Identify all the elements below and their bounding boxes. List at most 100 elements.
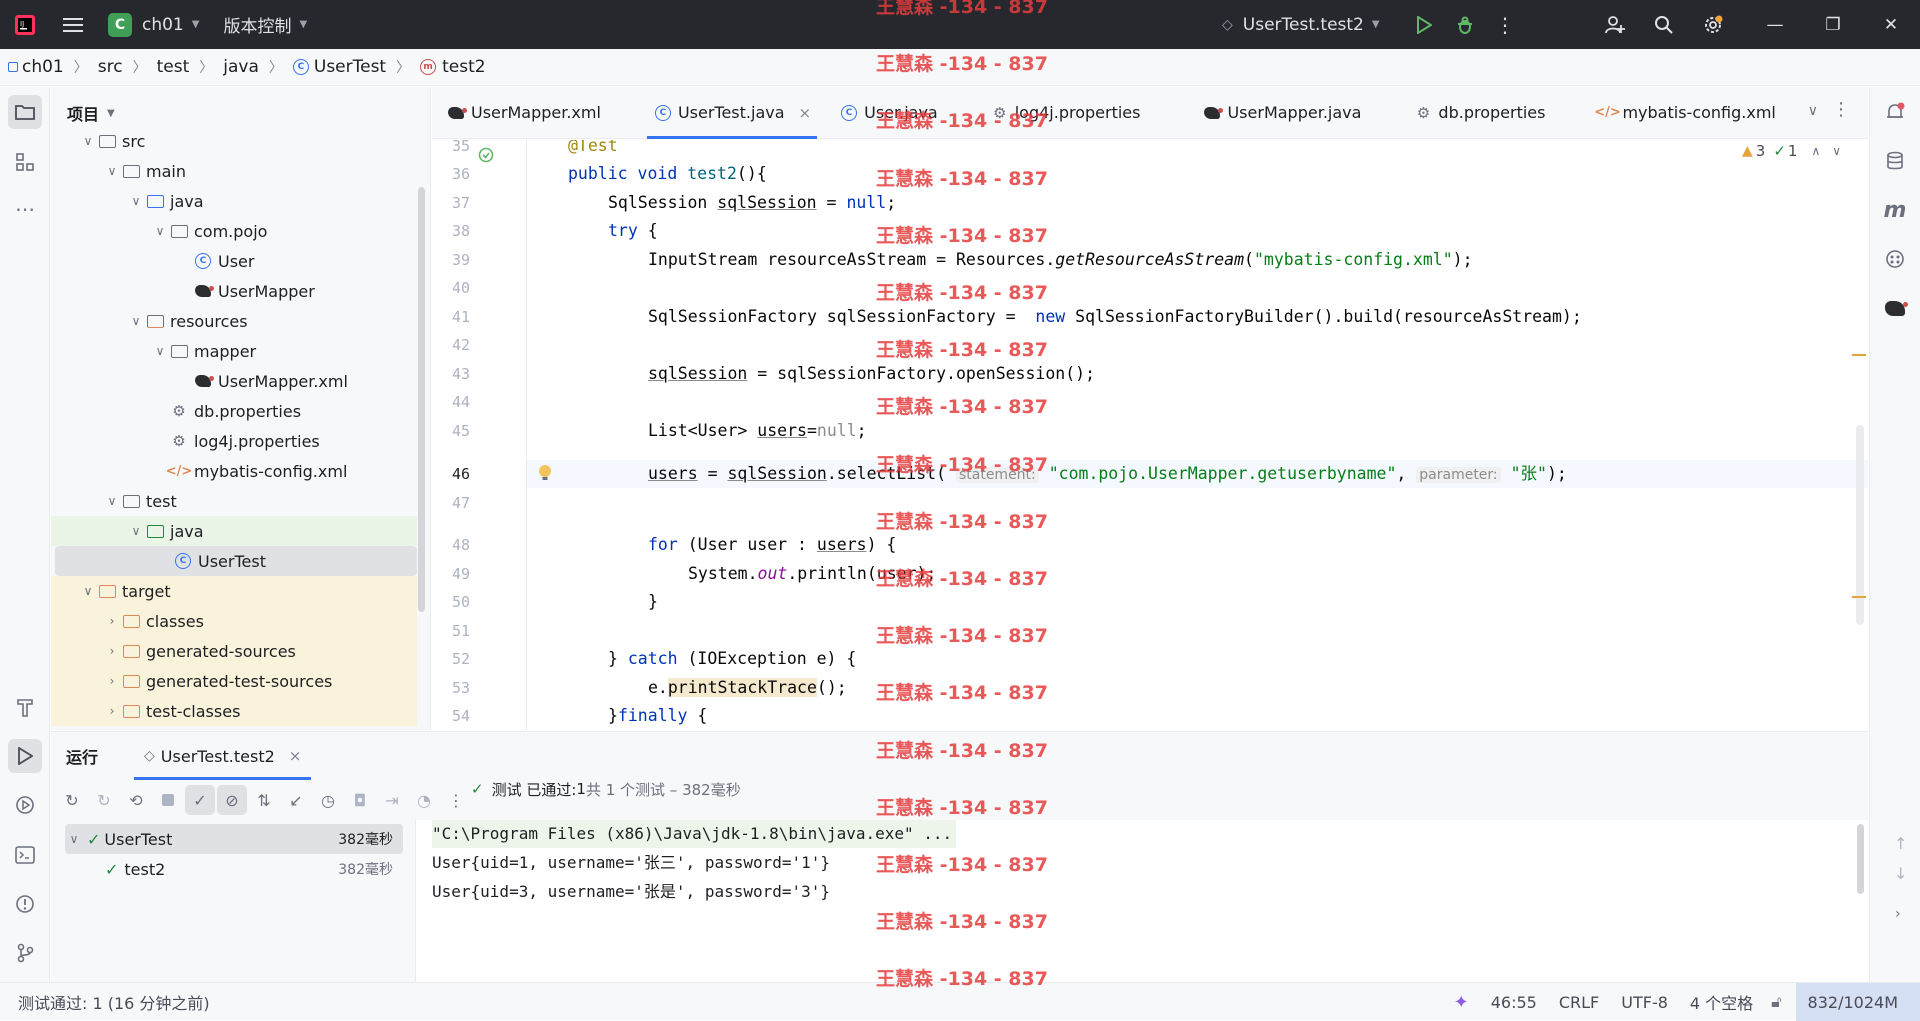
- more-tools-icon[interactable]: ⋯: [8, 192, 42, 226]
- lock-icon[interactable]: 🔓︎: [1771, 992, 1781, 1012]
- chevron-down-icon[interactable]: ∨: [103, 164, 121, 178]
- plugins-icon[interactable]: [1878, 242, 1912, 276]
- chevron-down-icon[interactable]: ∨: [1832, 144, 1841, 158]
- lightbulb-icon[interactable]: [538, 464, 552, 482]
- tree-node[interactable]: ∨ main: [51, 156, 417, 186]
- tab-mybatis-config-xml[interactable]: </> mybatis-config.xml: [1583, 87, 1789, 139]
- main-menu-icon[interactable]: [50, 0, 96, 49]
- close-tab-icon[interactable]: ×: [289, 747, 302, 765]
- chevron-down-icon[interactable]: ∨: [79, 134, 97, 148]
- database-icon[interactable]: [1878, 144, 1912, 178]
- breadcrumb-item[interactable]: ch01: [22, 57, 64, 77]
- run-tool-icon[interactable]: [8, 739, 42, 773]
- mybatis-icon[interactable]: [1878, 291, 1912, 325]
- scrollbar[interactable]: [1857, 824, 1864, 894]
- more-actions-icon[interactable]: ⋮: [1490, 0, 1520, 49]
- terminal-icon[interactable]: [8, 838, 42, 872]
- tree-node[interactable]: ∨ test: [51, 486, 417, 516]
- history-clock-icon[interactable]: ◷: [313, 785, 343, 815]
- breadcrumb-item[interactable]: test2: [442, 57, 485, 77]
- toggle-auto-test-icon[interactable]: ⟲: [121, 785, 151, 815]
- tree-node[interactable]: ∨ src: [51, 126, 417, 156]
- chevron-down-icon[interactable]: ∨: [127, 524, 145, 538]
- chevron-down-icon[interactable]: ∨: [127, 314, 145, 328]
- show-passed-icon[interactable]: ✓: [185, 785, 215, 815]
- tree-node[interactable]: ∨ mapper: [51, 336, 417, 366]
- tree-node[interactable]: › generated-sources: [51, 636, 417, 666]
- add-user-icon[interactable]: [1597, 0, 1633, 49]
- settings-gear-icon[interactable]: [1695, 0, 1731, 49]
- tab-user-java[interactable]: C User.java: [825, 87, 952, 139]
- build-hammer-icon[interactable]: [8, 690, 42, 724]
- tree-node[interactable]: ∨ com.pojo: [51, 216, 417, 246]
- vcs-widget[interactable]: 版本控制 ▼: [223, 0, 307, 49]
- tab-usermapper-xml[interactable]: UserMapper.xml: [432, 87, 615, 139]
- line-separator[interactable]: CRLF: [1559, 993, 1599, 1012]
- project-widget[interactable]: C ch01 ▼: [108, 0, 199, 49]
- breadcrumb-item[interactable]: java: [223, 57, 259, 77]
- maven-icon[interactable]: m: [1878, 193, 1912, 227]
- breadcrumb-item[interactable]: test: [157, 57, 190, 77]
- collapse-icon[interactable]: ↙: [281, 785, 311, 815]
- close-tab-icon[interactable]: ×: [799, 104, 812, 122]
- tab-usermapper-java[interactable]: UserMapper.java: [1188, 87, 1375, 139]
- tree-node[interactable]: ⚙ log4j.properties: [51, 426, 417, 456]
- services-icon[interactable]: [8, 788, 42, 822]
- tree-node[interactable]: ∨ java: [51, 516, 417, 546]
- chevron-right-icon[interactable]: ›: [103, 674, 121, 688]
- expand-icon[interactable]: ›: [1895, 906, 1901, 922]
- chevron-right-icon[interactable]: ›: [103, 644, 121, 658]
- scrollbar[interactable]: [1856, 425, 1864, 625]
- inspection-widget[interactable]: ▲ 3 ✓ 1 ∧ ∨: [1742, 142, 1841, 160]
- run-tab[interactable]: ◇ UserTest.test2 ×: [134, 732, 312, 780]
- project-folder-icon[interactable]: [8, 95, 42, 129]
- stop-icon[interactable]: [153, 785, 183, 815]
- rerun-icon[interactable]: ↻: [57, 785, 87, 815]
- tree-node[interactable]: UserMapper: [51, 276, 417, 306]
- tab-more-icon[interactable]: ⋮: [1832, 99, 1850, 120]
- scroll-down-icon[interactable]: ↓: [1894, 864, 1907, 883]
- structure-icon[interactable]: [8, 145, 42, 179]
- minimize-icon[interactable]: —: [1746, 0, 1804, 49]
- close-icon[interactable]: ✕: [1862, 0, 1920, 49]
- tree-node[interactable]: C User: [51, 246, 417, 276]
- tab-db-properties[interactable]: ⚙ db.properties: [1399, 87, 1559, 139]
- show-ignored-icon[interactable]: ⊘: [217, 785, 247, 815]
- debug-icon[interactable]: [1448, 0, 1482, 49]
- tree-node[interactable]: C UserTest: [55, 546, 417, 576]
- console-output[interactable]: ✓ 测试 已通过: 1 共 1 个测试 – 382毫秒 "C:\Program …: [417, 780, 1907, 983]
- intellij-logo-icon[interactable]: IJ: [0, 0, 50, 49]
- tree-node[interactable]: </> mybatis-config.xml: [51, 456, 417, 486]
- restore-icon[interactable]: ❐: [1804, 0, 1862, 49]
- scroll-up-icon[interactable]: ↑: [1894, 834, 1907, 853]
- run-config-widget[interactable]: ◇ UserTest.test2 ▼: [1222, 0, 1380, 49]
- tree-node[interactable]: ∨ resources: [51, 306, 417, 336]
- code-editor[interactable]: 35 36 37 38 39 40 41 42 43 44 45 46 47 48 49 50 51 52 53 54…: [432, 140, 1868, 730]
- test-row-usertest[interactable]: ∨ ✓ UserTest 382毫秒: [65, 824, 403, 854]
- tree-node[interactable]: › classes: [51, 606, 417, 636]
- run-icon[interactable]: [1407, 0, 1441, 49]
- ai-assistant-icon[interactable]: ✦: [1454, 992, 1469, 1013]
- chevron-down-icon[interactable]: ∨: [151, 344, 169, 358]
- export-icon[interactable]: ⇥: [377, 785, 407, 815]
- tree-node[interactable]: ∨ java: [51, 186, 417, 216]
- gauge-icon[interactable]: ◔: [409, 785, 439, 815]
- indent-setting[interactable]: 4 个空格: [1690, 990, 1753, 1014]
- search-icon[interactable]: [1646, 0, 1682, 49]
- tree-node[interactable]: UserMapper.xml: [51, 366, 417, 396]
- chevron-down-icon[interactable]: ∨: [127, 194, 145, 208]
- memory-indicator[interactable]: 832/1024M: [1795, 983, 1920, 1021]
- breadcrumb-item[interactable]: src: [98, 57, 123, 77]
- chevron-right-icon[interactable]: ›: [103, 614, 121, 628]
- tab-usertest-java[interactable]: C UserTest.java ×: [639, 87, 825, 139]
- chevron-up-icon[interactable]: ∧: [1811, 144, 1820, 158]
- tree-node[interactable]: › test-classes: [51, 696, 417, 726]
- scrollbar[interactable]: [418, 187, 425, 612]
- chevron-down-icon[interactable]: ∨: [79, 584, 97, 598]
- status-message[interactable]: 测试通过: 1 (16 分钟之前): [18, 990, 210, 1014]
- problems-icon[interactable]: [8, 887, 42, 921]
- sort-icon[interactable]: ⇅: [249, 785, 279, 815]
- notifications-bell-icon[interactable]: [1878, 95, 1912, 129]
- test-row-test2[interactable]: ✓ test2 382毫秒: [65, 854, 403, 884]
- rerun-failed-icon[interactable]: ↻: [89, 785, 119, 815]
